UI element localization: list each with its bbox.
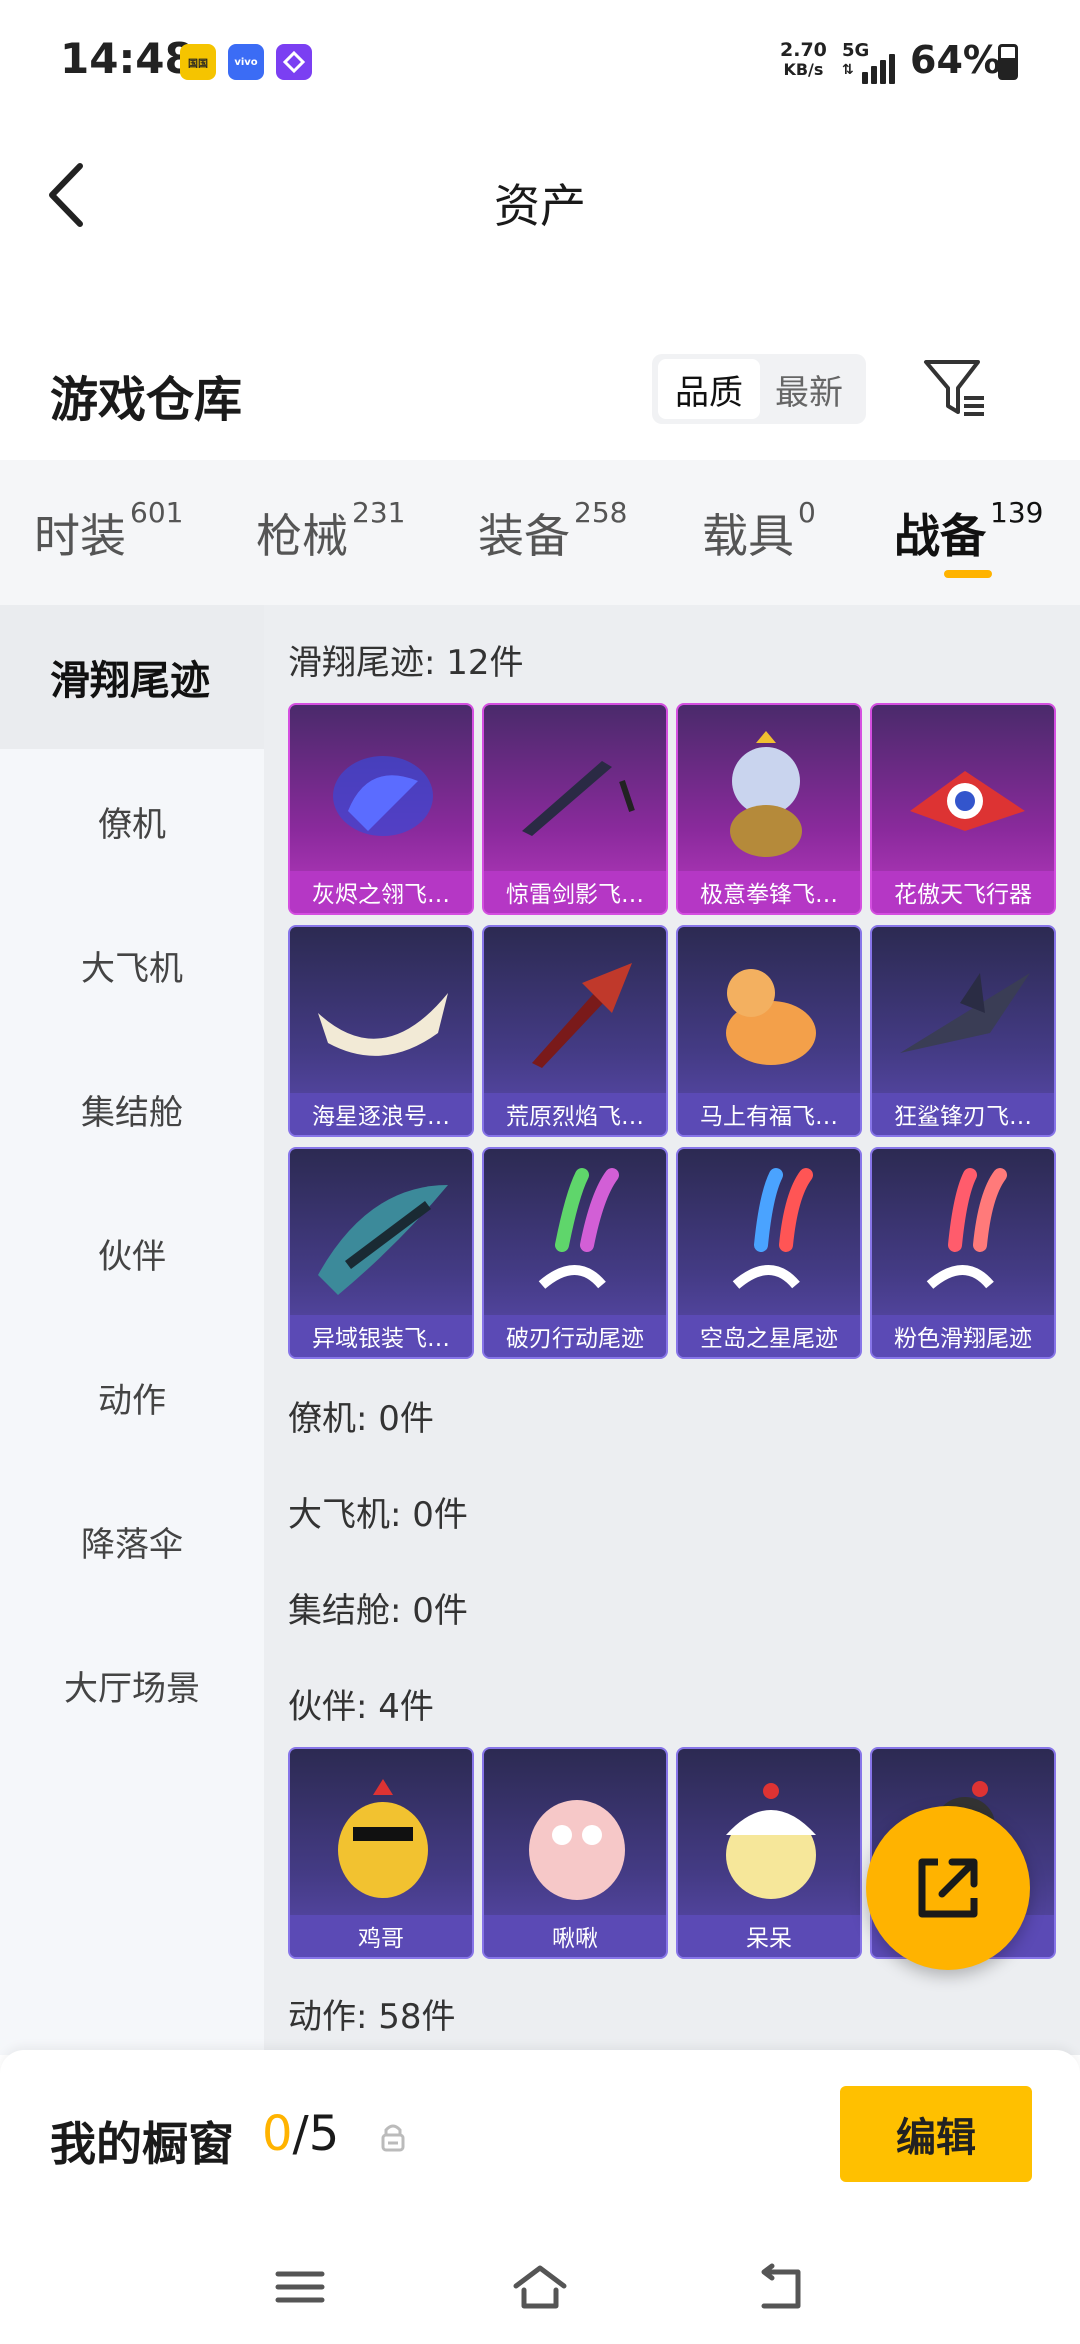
- glove-item-icon: [333, 756, 433, 836]
- home-icon: [513, 2265, 567, 2309]
- item-card[interactable]: 惊雷剑影飞…: [482, 703, 668, 915]
- status-bar: 14:48 国国 vivo 2.70 KB/s 5G ⇅ 64%: [0, 0, 1080, 120]
- tab-firearms[interactable]: 枪械 231: [256, 496, 405, 566]
- shark-item-icon: [900, 973, 1030, 1053]
- item-card[interactable]: 海星逐浪号…: [288, 925, 474, 1137]
- nav-home-button[interactable]: [510, 2262, 570, 2312]
- nav-back-button[interactable]: [750, 2262, 810, 2312]
- tab-equipment[interactable]: 装备 258: [478, 496, 627, 566]
- warehouse-title: 游戏仓库: [50, 372, 243, 428]
- showcase-label: 我的橱窗: [50, 2117, 234, 2171]
- star-trail-item-icon: [732, 1168, 813, 1289]
- tab-combat-gear[interactable]: 战备 139: [894, 496, 1043, 566]
- vivo-icon: vivo: [228, 44, 264, 80]
- item-card[interactable]: 破刃行动尾迹: [482, 1147, 668, 1359]
- sort-quality-button[interactable]: 品质: [658, 359, 760, 419]
- pink-bird-item-icon: [529, 1800, 625, 1900]
- app-notification-icon: 国国: [180, 44, 216, 80]
- section-title-glide-trail: 滑翔尾迹: 12件: [288, 643, 524, 683]
- sort-newest-button[interactable]: 最新: [758, 359, 860, 419]
- section-title-assembly-pod: 集结舱: 0件: [288, 1591, 468, 1631]
- menu-icon: [275, 2271, 325, 2303]
- item-label: 灰烬之翎飞…: [290, 871, 472, 913]
- page-title: 资产: [494, 179, 586, 233]
- item-label: 惊雷剑影飞…: [484, 871, 666, 913]
- section-title-wingman: 僚机: 0件: [288, 1399, 434, 1439]
- item-card[interactable]: 呆呆: [676, 1747, 862, 1959]
- battery-percent: 64%: [910, 38, 1001, 82]
- showcase-count: 0/5: [262, 2106, 340, 2162]
- item-label: 花傲天飞行器: [872, 871, 1054, 913]
- item-label: 呆呆: [678, 1915, 860, 1957]
- item-card[interactable]: 异域银装飞…: [288, 1147, 474, 1359]
- edit-button[interactable]: 编辑: [840, 2086, 1032, 2182]
- sidebar-item-glide-trail[interactable]: 滑翔尾迹: [0, 605, 264, 749]
- nav-menu-button[interactable]: [270, 2262, 330, 2312]
- item-label: 海星逐浪号…: [290, 1093, 472, 1135]
- sort-toggle: 品质 最新: [652, 354, 866, 424]
- item-label: 破刃行动尾迹: [484, 1315, 666, 1357]
- aircraft-item-icon: [910, 771, 1025, 831]
- network-speed: 2.70 KB/s: [780, 39, 827, 79]
- item-label: 马上有福飞…: [678, 1093, 860, 1135]
- category-tabs: 时装 601 枪械 231 装备 258 载具 0 战备 139: [0, 460, 1080, 605]
- sidebar-item-lobby-scene[interactable]: 大厅场景: [0, 1613, 264, 1757]
- item-card[interactable]: 狂鲨锋刃飞…: [870, 925, 1056, 1137]
- section-title-partner: 伙伴: 4件: [288, 1687, 434, 1727]
- sidebar: 滑翔尾迹 僚机 大飞机 集结舱 伙伴 动作 降落伞 大厅场景: [0, 605, 264, 2055]
- item-card[interactable]: 鸡哥: [288, 1747, 474, 1959]
- item-label: 鸡哥: [290, 1915, 472, 1957]
- horse-item-icon: [726, 969, 816, 1065]
- section-title-big-plane: 大飞机: 0件: [288, 1495, 468, 1535]
- item-label: 粉色滑翔尾迹: [872, 1315, 1054, 1357]
- sidebar-item-parachute[interactable]: 降落伞: [0, 1469, 264, 1613]
- rainbow-trail-item-icon: [538, 1168, 619, 1289]
- section-title-emote: 动作: 58件: [288, 1997, 456, 2037]
- sidebar-item-assembly-pod[interactable]: 集结舱: [0, 1037, 264, 1181]
- tab-vehicles[interactable]: 载具 0: [702, 496, 816, 566]
- sidebar-item-emote[interactable]: 动作: [0, 1325, 264, 1469]
- blade-item-icon: [522, 761, 635, 836]
- item-card[interactable]: 啾啾: [482, 1747, 668, 1959]
- item-card[interactable]: 灰烬之翎飞…: [288, 703, 474, 915]
- item-label: 荒原烈焰飞…: [484, 1093, 666, 1135]
- item-label: 啾啾: [484, 1915, 666, 1957]
- item-label: 空岛之星尾迹: [678, 1315, 860, 1357]
- sidebar-item-partner[interactable]: 伙伴: [0, 1181, 264, 1325]
- item-card[interactable]: 马上有福飞…: [676, 925, 862, 1137]
- battery-icon: [998, 44, 1018, 80]
- sidebar-item-big-plane[interactable]: 大飞机: [0, 893, 264, 1037]
- sidebar-item-wingman[interactable]: 僚机: [0, 749, 264, 893]
- item-card[interactable]: 极意拳锋飞…: [676, 703, 862, 915]
- tab-fashion[interactable]: 时装 601: [34, 496, 183, 566]
- item-card[interactable]: 荒原烈焰飞…: [482, 925, 668, 1137]
- status-time: 14:48: [60, 34, 194, 83]
- active-tab-indicator: [944, 570, 992, 578]
- item-label: 狂鲨锋刃飞…: [872, 1093, 1054, 1135]
- item-label: 极意拳锋飞…: [678, 871, 860, 913]
- app-shortcut-icon: [276, 44, 312, 80]
- filter-icon: [924, 360, 984, 416]
- item-card[interactable]: 花傲天飞行器: [870, 703, 1056, 915]
- share-fab-button[interactable]: [866, 1806, 1030, 1970]
- back-arrow-icon: [761, 2263, 801, 2309]
- pink-trail-item-icon: [926, 1168, 1007, 1289]
- chick-item-icon: [726, 1783, 816, 1899]
- item-label: 异域银装飞…: [290, 1315, 472, 1357]
- item-card[interactable]: 空岛之星尾迹: [676, 1147, 862, 1359]
- boat-item-icon: [318, 993, 448, 1056]
- elephant-item-icon: [730, 731, 802, 857]
- filter-button[interactable]: [920, 352, 990, 422]
- chicken-item-icon: [338, 1779, 428, 1898]
- share-icon: [918, 1858, 978, 1918]
- signal-strength: 5G ⇅: [842, 40, 902, 84]
- silver-glider-item-icon: [318, 1185, 448, 1295]
- lock-icon: [380, 2122, 406, 2152]
- item-card[interactable]: 粉色滑翔尾迹: [870, 1147, 1056, 1359]
- flame-glider-item-icon: [532, 963, 632, 1068]
